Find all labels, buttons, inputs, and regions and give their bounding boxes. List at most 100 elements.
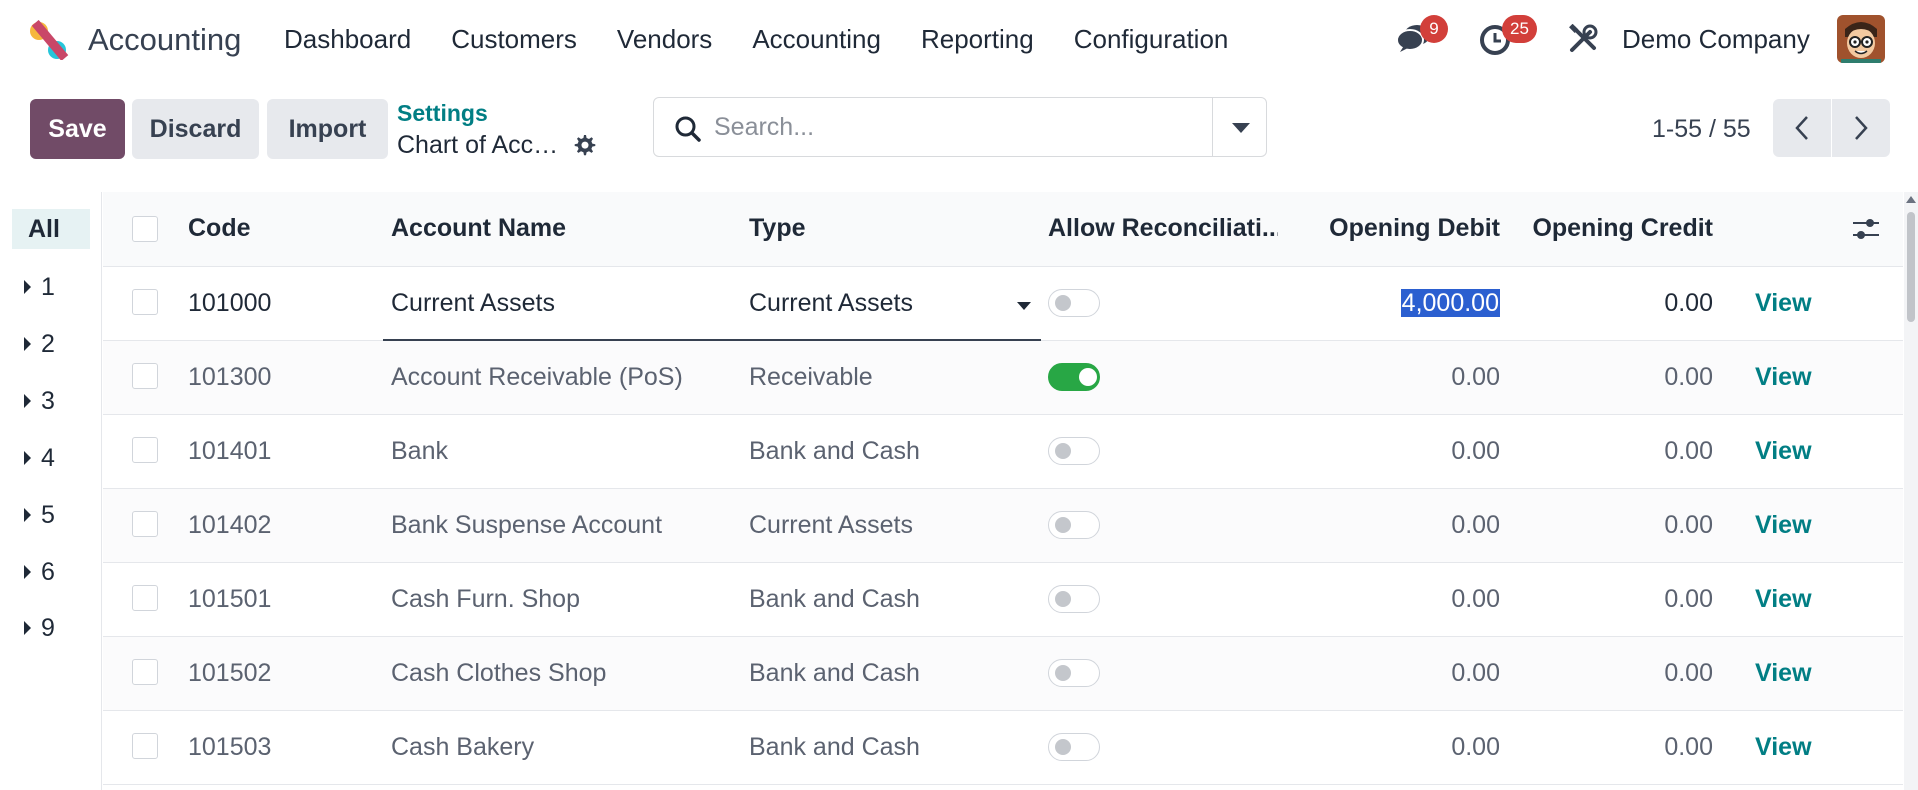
view-link[interactable]: View <box>1755 437 1812 466</box>
cell-code[interactable]: 101503 <box>188 733 271 762</box>
sidebar-item-6[interactable]: 6 <box>12 552 90 592</box>
row-checkbox[interactable] <box>132 289 158 315</box>
menu-vendors[interactable]: Vendors <box>617 24 712 55</box>
reconcile-toggle[interactable] <box>1048 437 1100 465</box>
table-scrollbar[interactable] <box>1904 192 1918 790</box>
cell-code[interactable]: 101502 <box>188 659 271 688</box>
menu-reporting[interactable]: Reporting <box>921 24 1034 55</box>
cell-account-name[interactable]: Cash Clothes Shop <box>391 659 606 688</box>
cell-opening-credit[interactable]: 0.00 <box>1503 659 1713 688</box>
pager-next-button[interactable] <box>1832 99 1890 157</box>
reconcile-toggle[interactable] <box>1048 585 1100 613</box>
cell-opening-credit[interactable]: 0.00 <box>1503 289 1713 318</box>
sidebar-item-all[interactable]: All <box>12 209 90 249</box>
table-row[interactable]: 101503 Cash Bakery Bank and Cash 0.00 0.00 Vi… <box>103 711 1903 785</box>
cell-type[interactable]: Bank and Cash <box>749 733 920 762</box>
reconcile-toggle[interactable] <box>1048 733 1100 761</box>
breadcrumb-settings[interactable]: Settings <box>397 100 488 127</box>
row-checkbox[interactable] <box>132 733 158 759</box>
column-header-allow-reconciliation[interactable]: Allow Reconciliati... <box>1048 214 1278 243</box>
cell-account-name[interactable]: Current Assets <box>391 289 555 318</box>
column-settings-icon[interactable] <box>1851 216 1881 242</box>
app-name[interactable]: Accounting <box>88 22 241 58</box>
sidebar-item-1[interactable]: 1 <box>12 267 90 307</box>
cell-type[interactable]: Bank and Cash <box>749 659 920 688</box>
cell-opening-debit[interactable]: 0.00 <box>1303 363 1500 392</box>
pager-previous-button[interactable] <box>1773 99 1831 157</box>
cell-code[interactable]: 101402 <box>188 511 271 540</box>
cell-opening-credit[interactable]: 0.00 <box>1503 363 1713 392</box>
cell-code[interactable]: 101300 <box>188 363 271 392</box>
view-link[interactable]: View <box>1755 511 1812 540</box>
tools-icon[interactable] <box>1568 24 1598 54</box>
select-all-checkbox[interactable] <box>132 216 158 242</box>
menu-configuration[interactable]: Configuration <box>1074 24 1229 55</box>
view-link[interactable]: View <box>1755 289 1812 318</box>
menu-dashboard[interactable]: Dashboard <box>284 24 411 55</box>
table-row[interactable]: 101300 Account Receivable (PoS) Receivable… <box>103 341 1903 415</box>
gear-icon[interactable] <box>572 133 596 157</box>
app-logo[interactable] <box>28 20 70 60</box>
view-link[interactable]: View <box>1755 585 1812 614</box>
view-link[interactable]: View <box>1755 363 1812 392</box>
cell-opening-debit[interactable]: 4,000.00 <box>1303 289 1500 318</box>
cell-account-name[interactable]: Cash Bakery <box>391 733 534 762</box>
column-header-account-name[interactable]: Account Name <box>391 214 566 243</box>
cell-account-name[interactable]: Bank <box>391 437 448 466</box>
cell-type[interactable]: Bank and Cash <box>749 437 920 466</box>
row-checkbox[interactable] <box>132 511 158 537</box>
sidebar-item-4[interactable]: 4 <box>12 438 90 478</box>
reconcile-toggle[interactable] <box>1048 289 1100 317</box>
user-avatar[interactable] <box>1837 15 1885 63</box>
scroll-up-icon[interactable] <box>1906 196 1916 203</box>
cell-opening-debit[interactable]: 0.00 <box>1303 511 1500 540</box>
cell-account-name[interactable]: Account Receivable (PoS) <box>391 363 683 392</box>
caret-down-icon[interactable] <box>1017 302 1031 310</box>
cell-code[interactable]: 101000 <box>188 289 271 318</box>
company-switcher[interactable]: Demo Company <box>1622 24 1810 55</box>
table-row[interactable]: 101000 Current Assets Current Assets 4,000.… <box>103 267 1903 341</box>
save-button[interactable]: Save <box>30 99 125 159</box>
search-options-toggle[interactable] <box>1212 97 1267 157</box>
menu-accounting[interactable]: Accounting <box>752 24 881 55</box>
reconcile-toggle[interactable] <box>1048 511 1100 539</box>
cell-type[interactable]: Current Assets <box>749 511 913 540</box>
row-checkbox[interactable] <box>132 363 158 389</box>
cell-type[interactable]: Receivable <box>749 363 873 392</box>
cell-code[interactable]: 101401 <box>188 437 271 466</box>
cell-opening-credit[interactable]: 0.00 <box>1503 437 1713 466</box>
cell-code[interactable]: 101501 <box>188 585 271 614</box>
table-row[interactable]: 101401 Bank Bank and Cash 0.00 0.00 View <box>103 415 1903 489</box>
table-row[interactable]: 101502 Cash Clothes Shop Bank and Cash 0.00… <box>103 637 1903 711</box>
table-row[interactable]: 101402 Bank Suspense Account Current Asset… <box>103 489 1903 563</box>
column-header-code[interactable]: Code <box>188 214 251 243</box>
cell-opening-credit[interactable]: 0.00 <box>1503 733 1713 762</box>
cell-opening-credit[interactable]: 0.00 <box>1503 511 1713 540</box>
discard-button[interactable]: Discard <box>132 99 259 159</box>
cell-type[interactable]: Bank and Cash <box>749 585 920 614</box>
column-header-opening-debit[interactable]: Opening Debit <box>1303 214 1500 243</box>
column-header-opening-credit[interactable]: Opening Credit <box>1503 214 1713 243</box>
cell-type[interactable]: Current Assets <box>749 289 913 318</box>
view-link[interactable]: View <box>1755 659 1812 688</box>
cell-opening-debit[interactable]: 0.00 <box>1303 733 1500 762</box>
search-input[interactable] <box>714 104 1254 150</box>
row-checkbox[interactable] <box>132 585 158 611</box>
cell-opening-debit[interactable]: 0.00 <box>1303 437 1500 466</box>
cell-account-name[interactable]: Cash Furn. Shop <box>391 585 580 614</box>
import-button[interactable]: Import <box>267 99 388 159</box>
sidebar-item-3[interactable]: 3 <box>12 381 90 421</box>
pager-value[interactable]: 1-55 / 55 <box>1652 115 1751 144</box>
cell-opening-debit[interactable]: 0.00 <box>1303 659 1500 688</box>
view-link[interactable]: View <box>1755 733 1812 762</box>
cell-account-name[interactable]: Bank Suspense Account <box>391 511 662 540</box>
row-checkbox[interactable] <box>132 437 158 463</box>
reconcile-toggle[interactable] <box>1048 659 1100 687</box>
menu-customers[interactable]: Customers <box>451 24 577 55</box>
cell-opening-debit[interactable]: 0.00 <box>1303 585 1500 614</box>
row-checkbox[interactable] <box>132 659 158 685</box>
scroll-thumb[interactable] <box>1907 212 1915 322</box>
reconcile-toggle[interactable] <box>1048 363 1100 391</box>
column-header-type[interactable]: Type <box>749 214 806 243</box>
sidebar-item-9[interactable]: 9 <box>12 608 90 648</box>
